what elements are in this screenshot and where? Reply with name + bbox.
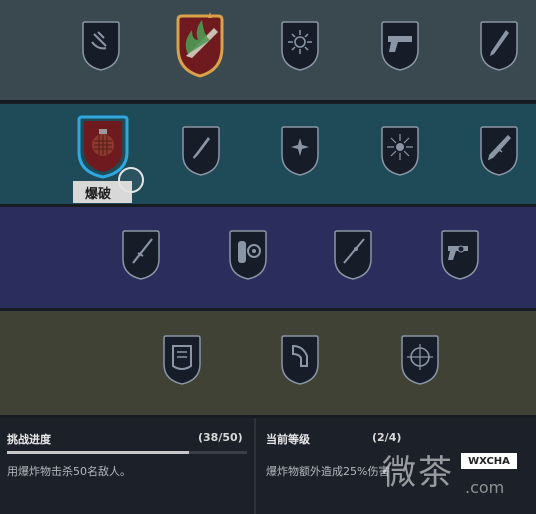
sparkle-icon bbox=[281, 126, 319, 176]
badge-long-rifle[interactable] bbox=[332, 229, 374, 281]
badge-pistol[interactable] bbox=[379, 20, 421, 72]
badge-sparkle[interactable] bbox=[279, 125, 321, 177]
level-description: 爆炸物额外造成25%伤害 bbox=[266, 465, 390, 478]
watermark-url: .com bbox=[465, 478, 505, 497]
knee-pad-icon bbox=[281, 335, 319, 385]
drum-magazine-icon bbox=[229, 230, 267, 280]
burst-icon bbox=[381, 126, 419, 176]
cursor-ring bbox=[118, 167, 144, 193]
watermark-badge: WXCHA bbox=[461, 453, 517, 469]
sniper-rifle-icon bbox=[122, 230, 160, 280]
progress-title: 挑战进度 bbox=[7, 433, 51, 446]
starburst-icon bbox=[281, 21, 319, 71]
progress-count: (38/50) bbox=[198, 431, 243, 444]
watermark-logo: 微茶 bbox=[382, 453, 454, 493]
progress-description: 用爆炸物击杀50名敌人。 bbox=[7, 465, 131, 478]
badge-knife-emblem[interactable] bbox=[172, 8, 228, 80]
badge-starburst[interactable] bbox=[279, 20, 321, 72]
progress-bar-fill bbox=[7, 451, 190, 454]
knife-emblem-icon bbox=[176, 12, 224, 78]
long-rifle-icon bbox=[334, 230, 372, 280]
badge-sniper-rifle[interactable] bbox=[120, 229, 162, 281]
level-count: (2/4) bbox=[372, 431, 402, 444]
badge-crosshair[interactable] bbox=[399, 334, 441, 386]
progress-bar-track bbox=[7, 451, 247, 454]
rifle-icon bbox=[480, 126, 518, 176]
shotgun-icon bbox=[480, 21, 518, 71]
level-title: 当前等级 bbox=[266, 433, 310, 446]
badge-armor-vest[interactable] bbox=[161, 334, 203, 386]
badge-knee-pad[interactable] bbox=[279, 334, 321, 386]
pistol-icon bbox=[381, 21, 419, 71]
badge-revolver[interactable] bbox=[439, 229, 481, 281]
crosshair-icon bbox=[401, 335, 439, 385]
badge-row-4 bbox=[0, 311, 536, 415]
panel-divider bbox=[254, 418, 256, 514]
badge-shotgun[interactable] bbox=[478, 20, 520, 72]
knife-icon bbox=[182, 126, 220, 176]
badge-drum-magazine[interactable] bbox=[227, 229, 269, 281]
badge-knife[interactable] bbox=[180, 125, 222, 177]
badge-grenade-hand[interactable] bbox=[80, 20, 122, 72]
revolver-icon bbox=[441, 230, 479, 280]
badge-rifle[interactable] bbox=[478, 125, 520, 177]
badge-burst[interactable] bbox=[379, 125, 421, 177]
armor-vest-icon bbox=[163, 335, 201, 385]
grenade-hand-icon bbox=[82, 21, 120, 71]
row-divider bbox=[0, 100, 536, 103]
